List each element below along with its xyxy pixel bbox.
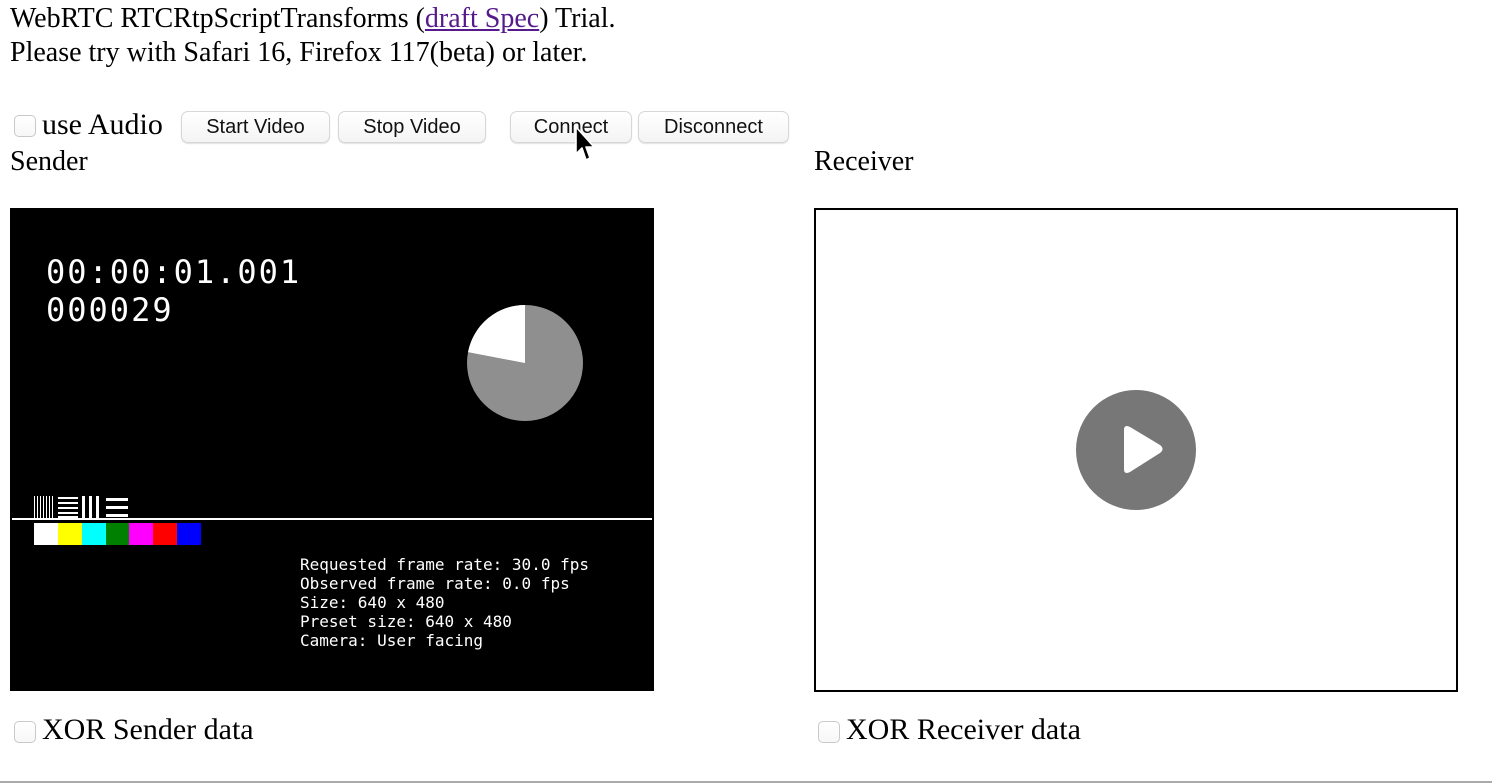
xor-sender-checkbox[interactable] xyxy=(14,721,36,743)
sender-heading: Sender xyxy=(10,146,88,177)
sender-color-bars xyxy=(34,523,202,545)
title-suffix: ) Trial. xyxy=(539,3,616,34)
sender-stats: Requested frame rate: 30.0 fps Observed f… xyxy=(300,555,589,650)
page-intro: WebRTC RTCRtpScriptTransforms (draft Spe… xyxy=(10,2,615,70)
start-video-button[interactable]: Start Video xyxy=(181,111,330,143)
xor-receiver-label: XOR Receiver data xyxy=(846,713,1081,746)
sender-timecode: 00:00:01.001 xyxy=(46,253,302,291)
sender-frame-count: 000029 xyxy=(46,291,174,329)
page-bottom-border xyxy=(0,781,1492,783)
receiver-video[interactable] xyxy=(814,208,1458,692)
xor-receiver-control: XOR Receiver data xyxy=(816,712,1176,748)
page-title: WebRTC RTCRtpScriptTransforms (draft Spe… xyxy=(10,2,615,36)
sender-color-bar xyxy=(57,523,82,545)
stop-video-button[interactable]: Stop Video xyxy=(338,111,486,143)
sender-stat-line: Requested frame rate: 30.0 fps xyxy=(300,555,589,574)
sender-color-bar xyxy=(129,523,154,545)
video-controls: use Audio Start Video Stop Video Connect… xyxy=(12,108,812,144)
sender-video[interactable]: 00:00:01.001 000029 Requested frame rate… xyxy=(10,208,654,691)
sender-progress-pie xyxy=(467,305,583,421)
play-button[interactable] xyxy=(1076,390,1196,510)
sender-color-bar xyxy=(105,523,130,545)
sender-stat-line: Size: 640 x 480 xyxy=(300,593,445,612)
sender-test-pattern xyxy=(34,496,128,518)
sender-stat-line: Camera: User facing xyxy=(300,631,484,650)
disconnect-button[interactable]: Disconnect xyxy=(638,111,789,143)
connect-button[interactable]: Connect xyxy=(510,111,632,143)
use-audio-checkbox[interactable] xyxy=(14,115,36,137)
sender-color-bar xyxy=(177,523,202,545)
play-icon xyxy=(1124,426,1163,473)
receiver-heading: Receiver xyxy=(814,146,914,177)
xor-sender-control: XOR Sender data xyxy=(12,712,372,748)
sender-stat-line: Observed frame rate: 0.0 fps xyxy=(300,574,570,593)
draft-spec-link[interactable]: draft Spec xyxy=(425,3,539,34)
use-audio-label: use Audio xyxy=(42,108,163,141)
sender-video-divider xyxy=(12,518,652,520)
sender-stat-line: Preset size: 640 x 480 xyxy=(300,612,512,631)
xor-sender-label: XOR Sender data xyxy=(42,713,254,746)
sender-color-bar xyxy=(34,523,58,545)
browser-note: Please try with Safari 16, Firefox 117(b… xyxy=(10,37,588,68)
title-prefix: WebRTC RTCRtpScriptTransforms ( xyxy=(10,3,425,34)
xor-receiver-checkbox[interactable] xyxy=(818,721,840,743)
sender-color-bar xyxy=(81,523,106,545)
sender-color-bar xyxy=(153,523,178,545)
